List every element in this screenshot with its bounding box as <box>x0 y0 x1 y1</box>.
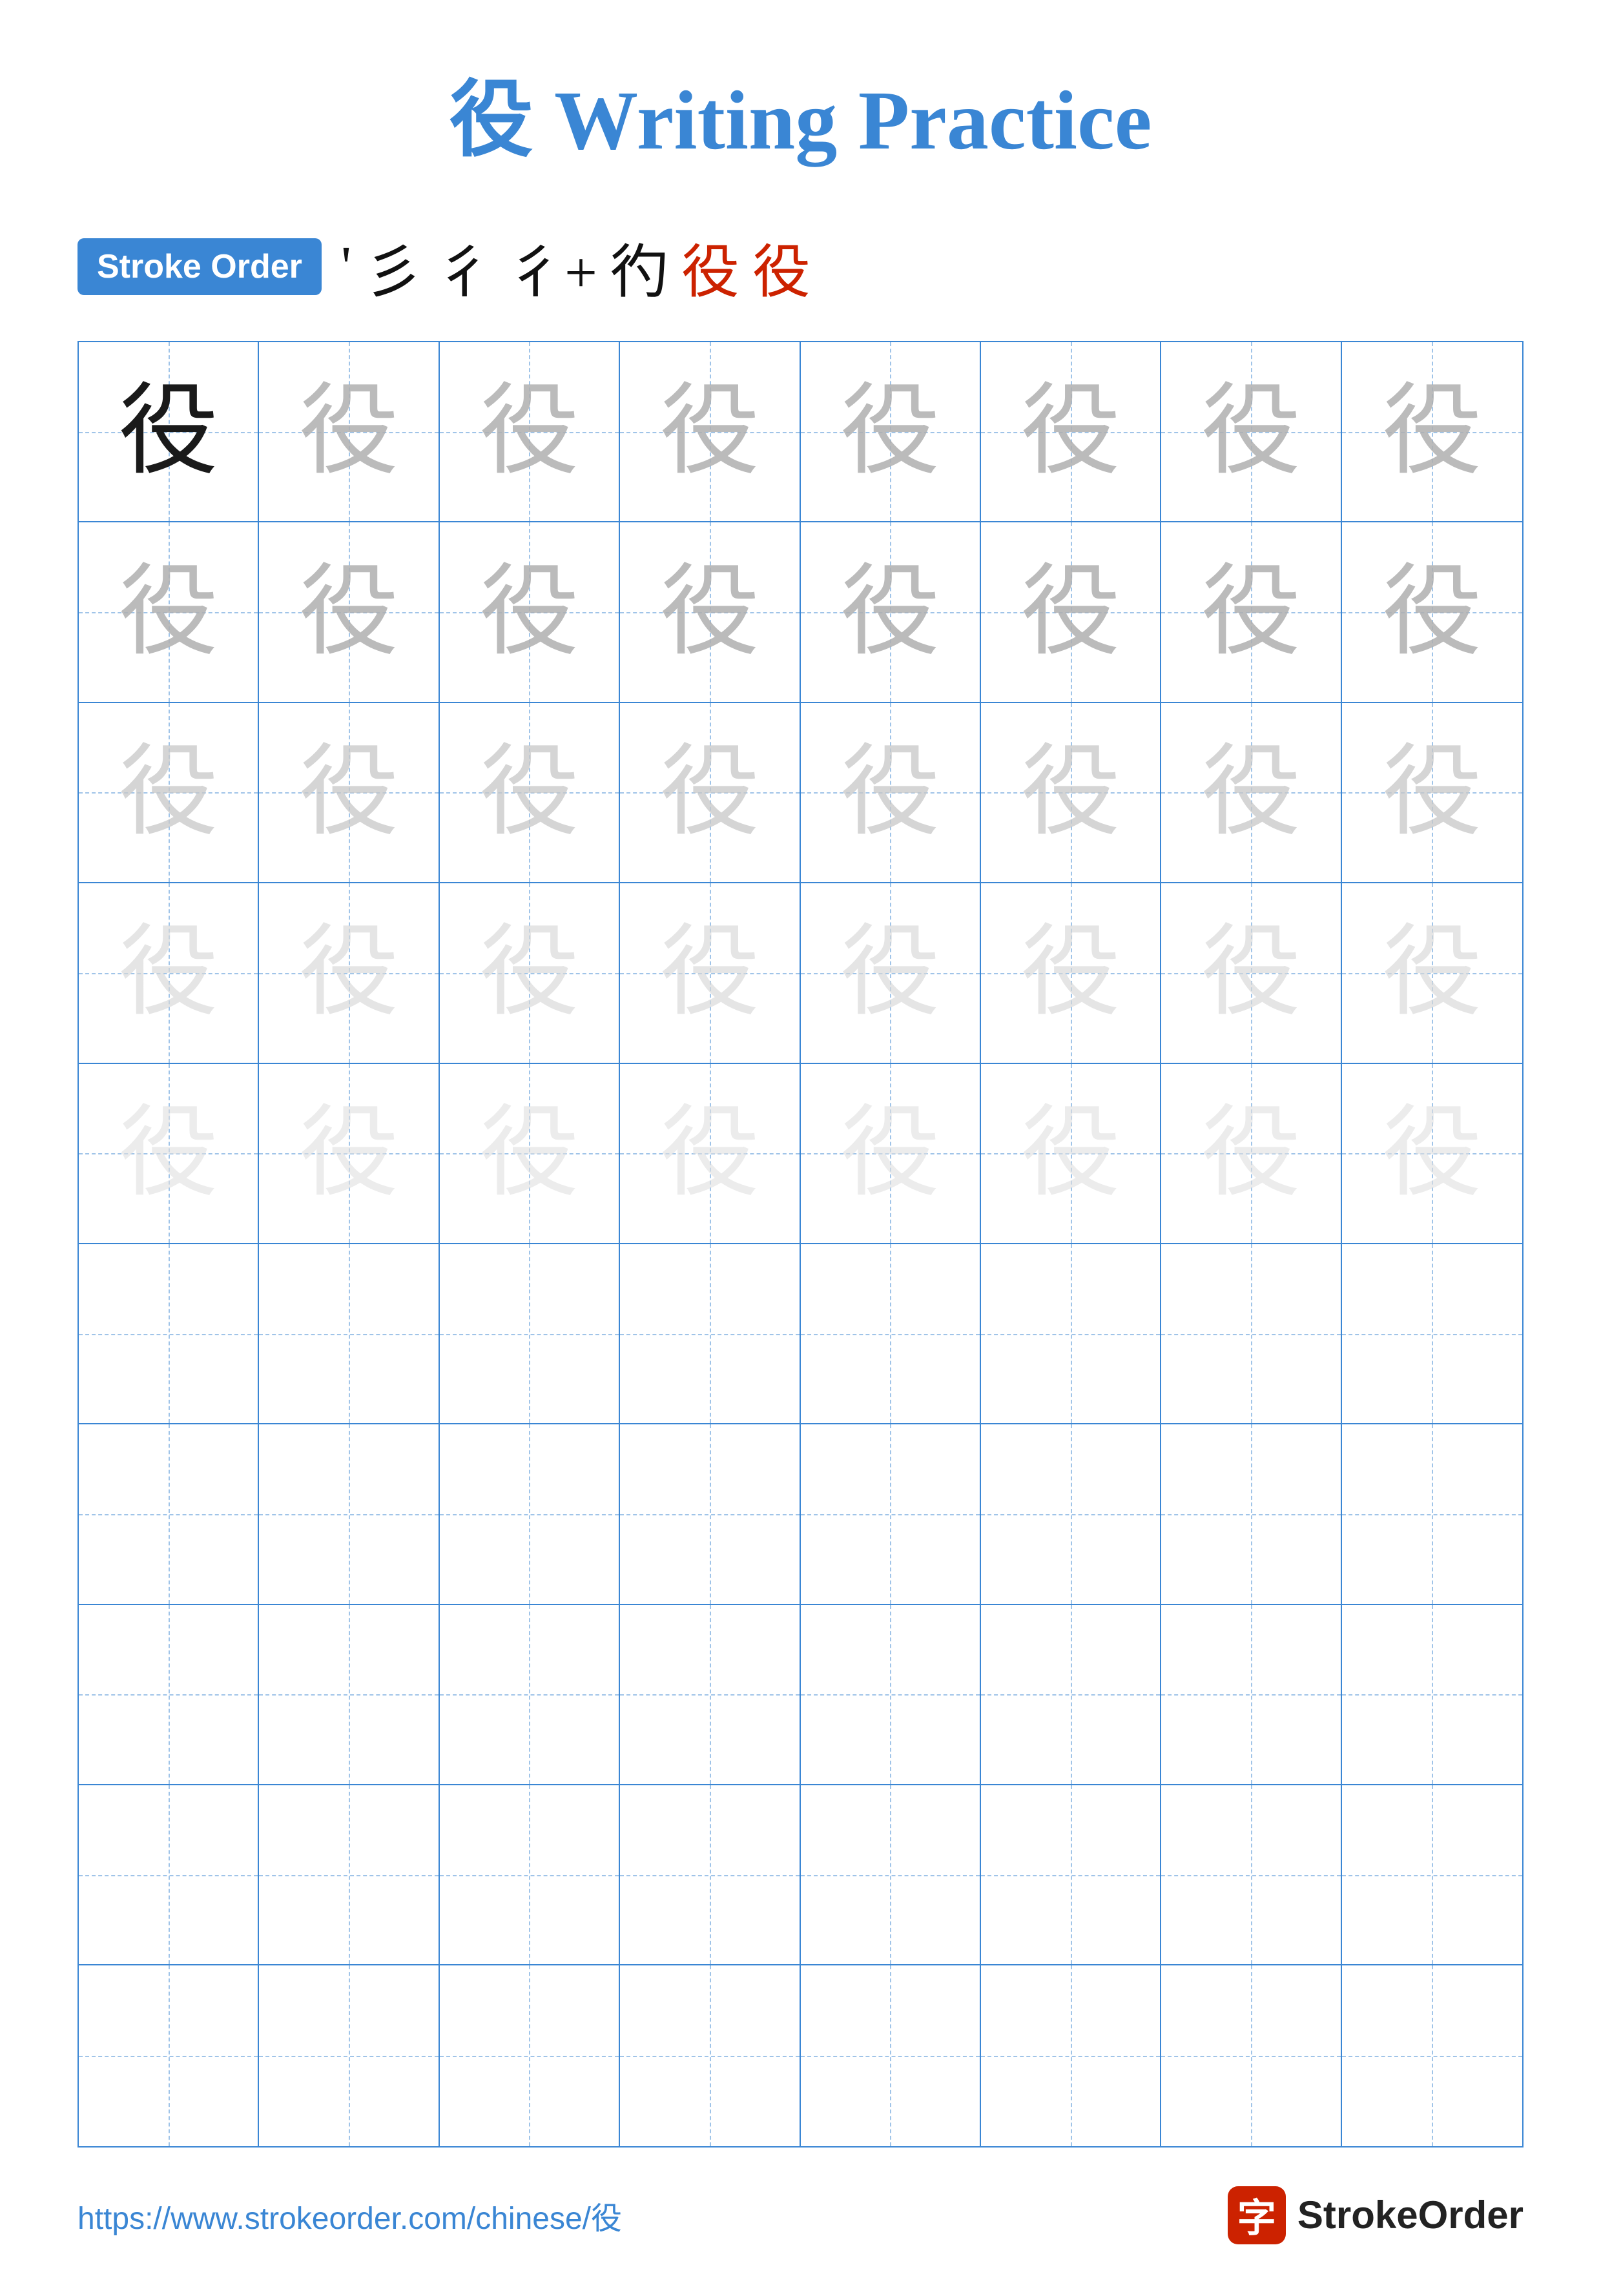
stroke-sequence: ' 彡 彳 彳+ 彴 役 役 <box>341 225 811 309</box>
footer-url: https://www.strokeorder.com/chinese/役 <box>77 2193 622 2238</box>
grid-cell: 役 <box>440 522 620 702</box>
grid-cell[interactable] <box>440 1785 620 1965</box>
grid-cell[interactable] <box>1342 1785 1522 1965</box>
grid-cell: 役 <box>981 883 1161 1063</box>
grid-cell: 役 <box>1161 1064 1341 1244</box>
grid-cell[interactable] <box>801 1424 981 1604</box>
stroke-4: 彳+ <box>506 225 597 309</box>
grid-cell: 役 <box>801 883 981 1063</box>
grid-cell: 役 <box>981 1064 1161 1244</box>
footer: https://www.strokeorder.com/chinese/役 字 … <box>77 2147 1524 2244</box>
grid-cell[interactable] <box>981 1965 1161 2146</box>
grid-cell[interactable] <box>1161 1424 1341 1604</box>
grid-cell[interactable] <box>620 1785 800 1965</box>
grid-cell[interactable] <box>801 1965 981 2146</box>
stroke-6: 役 <box>681 225 739 309</box>
grid-cell: 役 <box>801 1064 981 1244</box>
grid-cell: 役 <box>259 1064 439 1244</box>
grid-cell[interactable] <box>801 1605 981 1785</box>
grid-cell: 役 <box>440 342 620 522</box>
grid-cell[interactable] <box>440 1965 620 2146</box>
grid-cell[interactable] <box>440 1424 620 1604</box>
grid-cell: 役 <box>981 703 1161 883</box>
grid-cell[interactable] <box>259 1965 439 2146</box>
grid-cell: 役 <box>620 703 800 883</box>
grid-cell[interactable] <box>79 1965 259 2146</box>
grid-cell: 役 <box>259 342 439 522</box>
grid-cell: 役 <box>79 883 259 1063</box>
grid-cell: 役 <box>620 522 800 702</box>
grid-cell: 役 <box>981 522 1161 702</box>
grid-cell[interactable] <box>1161 1965 1341 2146</box>
grid-cell[interactable] <box>1342 1965 1522 2146</box>
grid-cell: 役 <box>620 342 800 522</box>
grid-cell[interactable] <box>79 1424 259 1604</box>
grid-cell: 役 <box>1161 703 1341 883</box>
grid-cell: 役 <box>1161 522 1341 702</box>
grid-cell[interactable] <box>981 1785 1161 1965</box>
grid-cell[interactable] <box>1342 1424 1522 1604</box>
grid-cell[interactable] <box>620 1424 800 1604</box>
grid-cell: 役 <box>1161 342 1341 522</box>
page: 役 Writing Practice Stroke Order ' 彡 彳 彳+… <box>0 0 1601 2296</box>
grid-cell[interactable] <box>981 1424 1161 1604</box>
grid-cell: 役 <box>1342 1064 1522 1244</box>
grid-cell[interactable] <box>259 1244 439 1424</box>
grid-cell[interactable] <box>1342 1244 1522 1424</box>
grid-cell: 役 <box>79 342 259 522</box>
grid-cell[interactable] <box>801 1244 981 1424</box>
grid-cell[interactable] <box>620 1605 800 1785</box>
grid-cell: 役 <box>1342 703 1522 883</box>
grid-cell[interactable] <box>440 1605 620 1785</box>
grid-cell: 役 <box>801 522 981 702</box>
grid-cell[interactable] <box>259 1424 439 1604</box>
grid-cell: 役 <box>79 703 259 883</box>
grid-cell[interactable] <box>801 1785 981 1965</box>
grid-cell[interactable] <box>259 1785 439 1965</box>
grid-cell[interactable] <box>981 1244 1161 1424</box>
grid-cell: 役 <box>79 1064 259 1244</box>
grid-cell[interactable] <box>79 1244 259 1424</box>
logo-icon: 字 <box>1228 2186 1286 2244</box>
grid-cell: 役 <box>1342 522 1522 702</box>
grid-cell[interactable] <box>79 1605 259 1785</box>
grid-cell[interactable] <box>1161 1244 1341 1424</box>
stroke-order-row: Stroke Order ' 彡 彳 彳+ 彴 役 役 <box>77 225 1524 309</box>
grid-cell: 役 <box>259 522 439 702</box>
grid-cell: 役 <box>440 703 620 883</box>
grid-cell[interactable] <box>440 1244 620 1424</box>
grid-cell: 役 <box>440 883 620 1063</box>
grid-cell: 役 <box>620 883 800 1063</box>
grid-cell[interactable] <box>259 1605 439 1785</box>
grid-cell: 役 <box>801 703 981 883</box>
grid-cell: 役 <box>440 1064 620 1244</box>
grid-cell[interactable] <box>79 1785 259 1965</box>
grid-cell: 役 <box>1342 342 1522 522</box>
grid-cell[interactable] <box>981 1605 1161 1785</box>
grid-cell[interactable] <box>620 1965 800 2146</box>
grid-cell: 役 <box>981 342 1161 522</box>
stroke-5: 彴 <box>610 225 668 309</box>
stroke-1: ' <box>341 234 351 300</box>
grid-cell: 役 <box>620 1064 800 1244</box>
grid-cell[interactable] <box>1342 1605 1522 1785</box>
grid-cell: 役 <box>1161 883 1341 1063</box>
stroke-3: 彳 <box>435 225 493 309</box>
page-title: 役 Writing Practice <box>449 52 1152 173</box>
footer-logo: 字 StrokeOrder <box>1228 2186 1524 2244</box>
grid-cell[interactable] <box>1161 1785 1341 1965</box>
grid-cell[interactable] <box>1161 1605 1341 1785</box>
logo-text: StrokeOrder <box>1297 2193 1524 2237</box>
grid-cell[interactable] <box>620 1244 800 1424</box>
grid-cell: 役 <box>259 883 439 1063</box>
stroke-7: 役 <box>752 225 811 309</box>
stroke-2: 彡 <box>364 225 422 309</box>
grid-cell: 役 <box>1342 883 1522 1063</box>
grid-cell: 役 <box>801 342 981 522</box>
grid-cell: 役 <box>79 522 259 702</box>
grid-cell: 役 <box>259 703 439 883</box>
stroke-order-badge: Stroke Order <box>77 238 322 295</box>
practice-grid: 役 役 役 役 役 役 役 役 役 役 役 役 役 役 役 役 役 役 役 役 … <box>77 341 1524 2147</box>
